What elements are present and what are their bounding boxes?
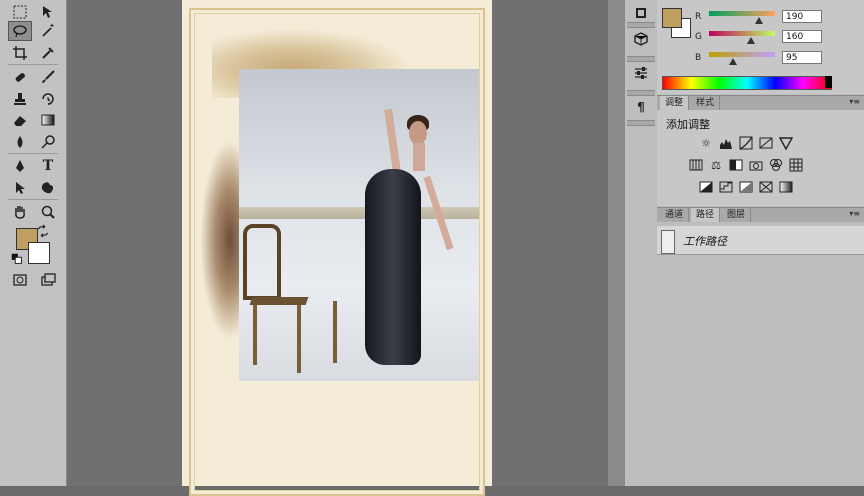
default-colors-icon[interactable] — [10, 252, 24, 266]
path-name: 工作路径 — [683, 235, 727, 248]
blur-tool-icon[interactable] — [8, 132, 32, 152]
background-color-swatch[interactable] — [28, 242, 50, 264]
right-panels: R 190 G 160 B 95 调整 样式 ▾≡ 添加调整 ☼ ⚖ 通道 路径… — [657, 0, 864, 486]
path-thumbnail — [661, 230, 675, 254]
tab-layers[interactable]: 图层 — [722, 208, 752, 222]
b-value-field[interactable]: 95 — [782, 51, 822, 64]
vibrance-icon[interactable] — [779, 136, 793, 150]
zoom-tool-icon[interactable] — [36, 202, 60, 222]
photo-layer[interactable] — [239, 69, 479, 381]
r-slider[interactable] — [709, 11, 775, 16]
g-slider[interactable] — [709, 31, 775, 36]
g-slider-thumb[interactable] — [747, 37, 755, 44]
r-slider-thumb[interactable] — [755, 17, 763, 24]
invert-icon[interactable] — [699, 180, 713, 194]
adjustments-tabbar: 调整 样式 ▾≡ — [657, 95, 864, 111]
pen-tool-icon[interactable] — [8, 156, 32, 176]
color-panel: R 190 G 160 B 95 — [657, 0, 864, 94]
adjustments-title: 添加调整 — [666, 118, 710, 131]
b-label: B — [695, 53, 702, 63]
collapsed-panels-strip: ¶ — [624, 0, 657, 486]
tab-paths[interactable]: 路径 — [691, 208, 721, 222]
shape-tool-icon[interactable] — [36, 178, 60, 198]
channel-mixer-icon[interactable] — [769, 158, 783, 172]
gradient-tool-icon[interactable] — [36, 110, 60, 130]
adjustments-sliders-icon[interactable] — [629, 62, 653, 84]
quick-mask-icon[interactable] — [8, 270, 32, 290]
path-selection-tool-icon[interactable] — [8, 178, 32, 198]
3d-panel-icon[interactable] — [629, 28, 653, 50]
levels-icon[interactable] — [719, 136, 733, 150]
paragraph-panel-icon[interactable]: ¶ — [629, 96, 653, 118]
black-white-icon[interactable] — [729, 158, 743, 172]
panel-menu-icon[interactable]: ▾≡ — [849, 97, 860, 106]
color-balance-icon[interactable]: ⚖ — [709, 158, 723, 172]
clone-stamp-tool-icon[interactable] — [8, 89, 32, 109]
adjustments-panel: 添加调整 ☼ ⚖ — [657, 110, 864, 206]
tab-channels[interactable]: 通道 — [660, 208, 690, 222]
history-panel-icon[interactable] — [629, 2, 653, 24]
panel-menu-icon[interactable]: ▾≡ — [849, 209, 860, 218]
r-value-field[interactable]: 190 — [782, 10, 822, 23]
crop-tool-icon[interactable] — [8, 43, 32, 63]
lasso-tool-icon[interactable] — [8, 21, 32, 41]
photo-filter-icon[interactable] — [749, 158, 763, 172]
history-brush-tool-icon[interactable] — [36, 89, 60, 109]
threshold-icon[interactable] — [739, 180, 753, 194]
magic-wand-tool-icon[interactable] — [36, 21, 60, 41]
type-tool-icon[interactable]: T — [36, 156, 60, 176]
chair — [243, 224, 281, 300]
hand-tool-icon[interactable] — [8, 202, 32, 222]
model-figure — [409, 121, 427, 145]
move-tool-icon[interactable] — [36, 2, 60, 22]
screen-mode-icon[interactable] — [36, 270, 60, 290]
tab-adjustments[interactable]: 调整 — [660, 96, 690, 110]
brightness-contrast-icon[interactable]: ☼ — [699, 136, 713, 150]
curves-icon[interactable] — [739, 136, 753, 150]
dodge-tool-icon[interactable] — [36, 132, 60, 152]
eyedropper-tool-icon[interactable] — [36, 43, 60, 63]
gradient-map-icon[interactable] — [779, 180, 793, 194]
hue-saturation-icon[interactable] — [689, 158, 703, 172]
r-label: R — [695, 12, 702, 22]
paths-panel: 工作路径 — [657, 222, 864, 486]
posterize-icon[interactable] — [719, 180, 733, 194]
tools-panel: T — [0, 0, 67, 486]
tab-styles[interactable]: 样式 — [691, 96, 721, 110]
marquee-tool-icon[interactable] — [8, 2, 32, 22]
healing-brush-tool-icon[interactable] — [8, 67, 32, 87]
brush-tool-icon[interactable] — [36, 67, 60, 87]
selective-color-icon[interactable] — [759, 180, 773, 194]
exposure-icon[interactable] — [759, 136, 773, 150]
color-lookup-icon[interactable] — [789, 158, 803, 172]
list-item[interactable]: 工作路径 — [657, 226, 864, 255]
panel-foreground-swatch[interactable] — [662, 8, 682, 28]
eraser-tool-icon[interactable] — [8, 110, 32, 130]
color-spectrum-bar[interactable] — [662, 76, 832, 90]
panel-divider — [608, 0, 624, 486]
b-slider-thumb[interactable] — [729, 58, 737, 65]
paths-tabbar: 通道 路径 图层 ▾≡ — [657, 207, 864, 223]
b-slider[interactable] — [709, 52, 775, 57]
black-dress — [365, 169, 421, 365]
swap-colors-icon[interactable] — [36, 224, 50, 238]
g-label: G — [695, 32, 702, 42]
g-value-field[interactable]: 160 — [782, 30, 822, 43]
